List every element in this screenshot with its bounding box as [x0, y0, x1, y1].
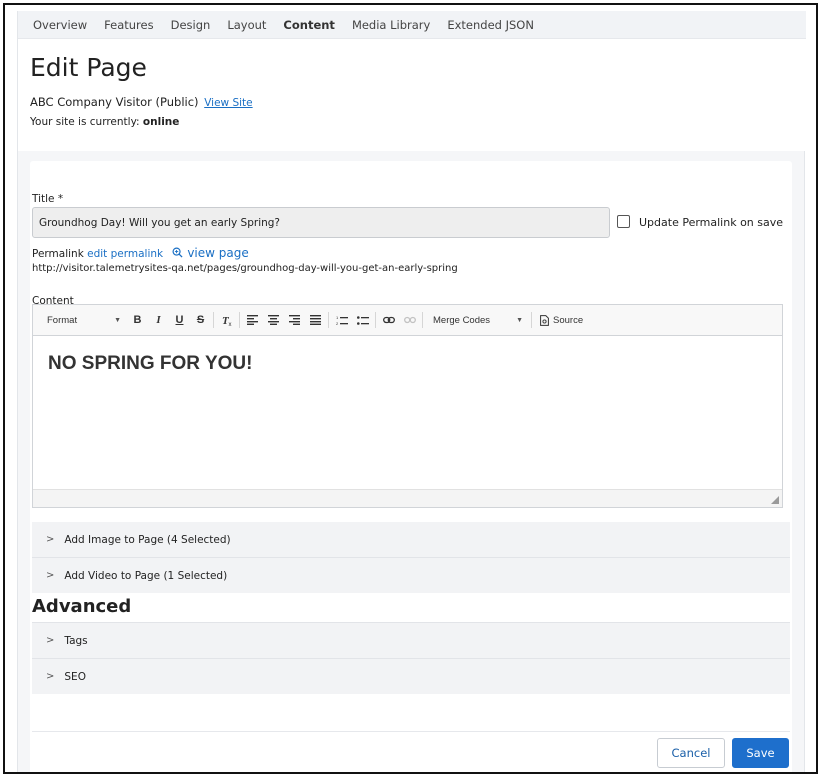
- update-permalink-checkbox[interactable]: [617, 215, 630, 228]
- link-icon[interactable]: [378, 309, 399, 331]
- underline-icon[interactable]: U: [169, 309, 190, 331]
- source-label: Source: [553, 314, 584, 326]
- svg-text:1: 1: [336, 315, 339, 320]
- tab-media-library[interactable]: Media Library: [352, 18, 430, 32]
- merge-codes-label: Merge Codes: [433, 314, 491, 326]
- strikethrough-icon[interactable]: S: [190, 309, 211, 331]
- align-center-icon[interactable]: [263, 309, 284, 331]
- rich-text-editor: Format ▼ B I U S Tx 1 2 Merge Codes ▼ So…: [32, 304, 783, 508]
- zoom-in-icon: [172, 247, 184, 258]
- align-right-icon[interactable]: [284, 309, 305, 331]
- edit-card: Title * Update Permalink on save Permali…: [30, 161, 792, 772]
- accordion-add-video-label: Add Video to Page (1 Selected): [64, 569, 228, 582]
- view-site-link[interactable]: View Site: [204, 97, 252, 109]
- caret-down-icon: ▼: [516, 316, 523, 324]
- cancel-button[interactable]: Cancel: [657, 738, 725, 768]
- accordion-add-image[interactable]: > Add Image to Page (4 Selected): [32, 522, 790, 557]
- title-input[interactable]: [32, 207, 610, 238]
- edit-permalink-link[interactable]: edit permalink: [87, 248, 163, 260]
- bold-icon[interactable]: B: [127, 309, 148, 331]
- view-page-label: view page: [187, 246, 249, 260]
- window-frame: Overview Features Design Layout Content …: [3, 3, 818, 774]
- format-label: Format: [47, 314, 78, 326]
- tab-design[interactable]: Design: [171, 18, 211, 32]
- status-value: online: [142, 116, 180, 128]
- site-status: Your site is currently: online: [30, 116, 179, 128]
- chevron-right-icon: >: [46, 534, 55, 545]
- chevron-right-icon: >: [46, 570, 55, 581]
- tab-features[interactable]: Features: [104, 18, 153, 32]
- svg-text:x: x: [228, 322, 231, 326]
- tab-content[interactable]: Content: [283, 18, 335, 32]
- editor-toolbar: Format ▼ B I U S Tx 1 2 Merge Codes ▼ So…: [33, 305, 782, 336]
- toolbar-divider: [422, 312, 423, 328]
- site-line: ABC Company Visitor (Public) View Site: [30, 95, 253, 109]
- format-dropdown[interactable]: Format ▼: [33, 309, 127, 331]
- update-permalink-label: Update Permalink on save: [639, 216, 784, 229]
- accordion-add-video[interactable]: > Add Video to Page (1 Selected): [32, 558, 790, 593]
- footer-divider: [32, 731, 790, 732]
- save-button[interactable]: Save: [732, 738, 789, 768]
- app-container: Overview Features Design Layout Content …: [17, 11, 806, 772]
- align-justify-icon[interactable]: [305, 309, 326, 331]
- chevron-right-icon: >: [46, 671, 55, 682]
- permalink-url: http://visitor.talemetrysites-qa.net/pag…: [32, 263, 458, 274]
- tab-overview[interactable]: Overview: [33, 18, 87, 32]
- title-label: Title *: [32, 193, 64, 205]
- remove-format-icon[interactable]: Tx: [216, 309, 237, 331]
- view-page-link[interactable]: view page: [172, 246, 249, 260]
- toolbar-divider: [328, 312, 329, 328]
- source-button[interactable]: Source: [534, 315, 589, 326]
- svg-text:2: 2: [336, 321, 339, 326]
- source-icon: [540, 314, 549, 326]
- caret-down-icon: ▼: [114, 316, 121, 324]
- editor-content-area[interactable]: NO SPRING FOR YOU!: [33, 337, 782, 487]
- status-prefix: Your site is currently:: [30, 116, 140, 128]
- accordion-tags-label: Tags: [64, 634, 88, 647]
- toolbar-divider: [375, 312, 376, 328]
- resize-handle-icon[interactable]: [771, 496, 779, 504]
- advanced-heading: Advanced: [32, 596, 132, 617]
- tab-layout[interactable]: Layout: [227, 18, 266, 32]
- page-title: Edit Page: [30, 53, 147, 82]
- top-nav: Overview Features Design Layout Content …: [18, 11, 806, 39]
- italic-icon[interactable]: I: [148, 309, 169, 331]
- site-name: ABC Company Visitor (Public): [30, 95, 199, 109]
- accordion-add-image-label: Add Image to Page (4 Selected): [64, 533, 231, 546]
- editor-heading-text: NO SPRING FOR YOU!: [48, 353, 253, 374]
- merge-codes-dropdown[interactable]: Merge Codes ▼: [425, 309, 529, 331]
- accordion-tags[interactable]: > Tags: [32, 623, 790, 658]
- toolbar-divider: [213, 312, 214, 328]
- editor-statusbar: [33, 489, 782, 507]
- page-header: Edit Page ABC Company Visitor (Public) V…: [18, 39, 806, 151]
- permalink-label: Permalink: [32, 248, 84, 260]
- accordion-seo-label: SEO: [64, 670, 86, 683]
- toolbar-divider: [531, 312, 532, 328]
- chevron-right-icon: >: [46, 635, 55, 646]
- permalink-row: Permalink edit permalink view page: [32, 246, 249, 260]
- unlink-icon: [399, 309, 420, 331]
- numbered-list-icon[interactable]: 12: [331, 309, 352, 331]
- accordion-seo[interactable]: > SEO: [32, 659, 790, 694]
- align-left-icon[interactable]: [242, 309, 263, 331]
- bulleted-list-icon[interactable]: [352, 309, 373, 331]
- tab-extended-json[interactable]: Extended JSON: [447, 18, 534, 32]
- toolbar-divider: [239, 312, 240, 328]
